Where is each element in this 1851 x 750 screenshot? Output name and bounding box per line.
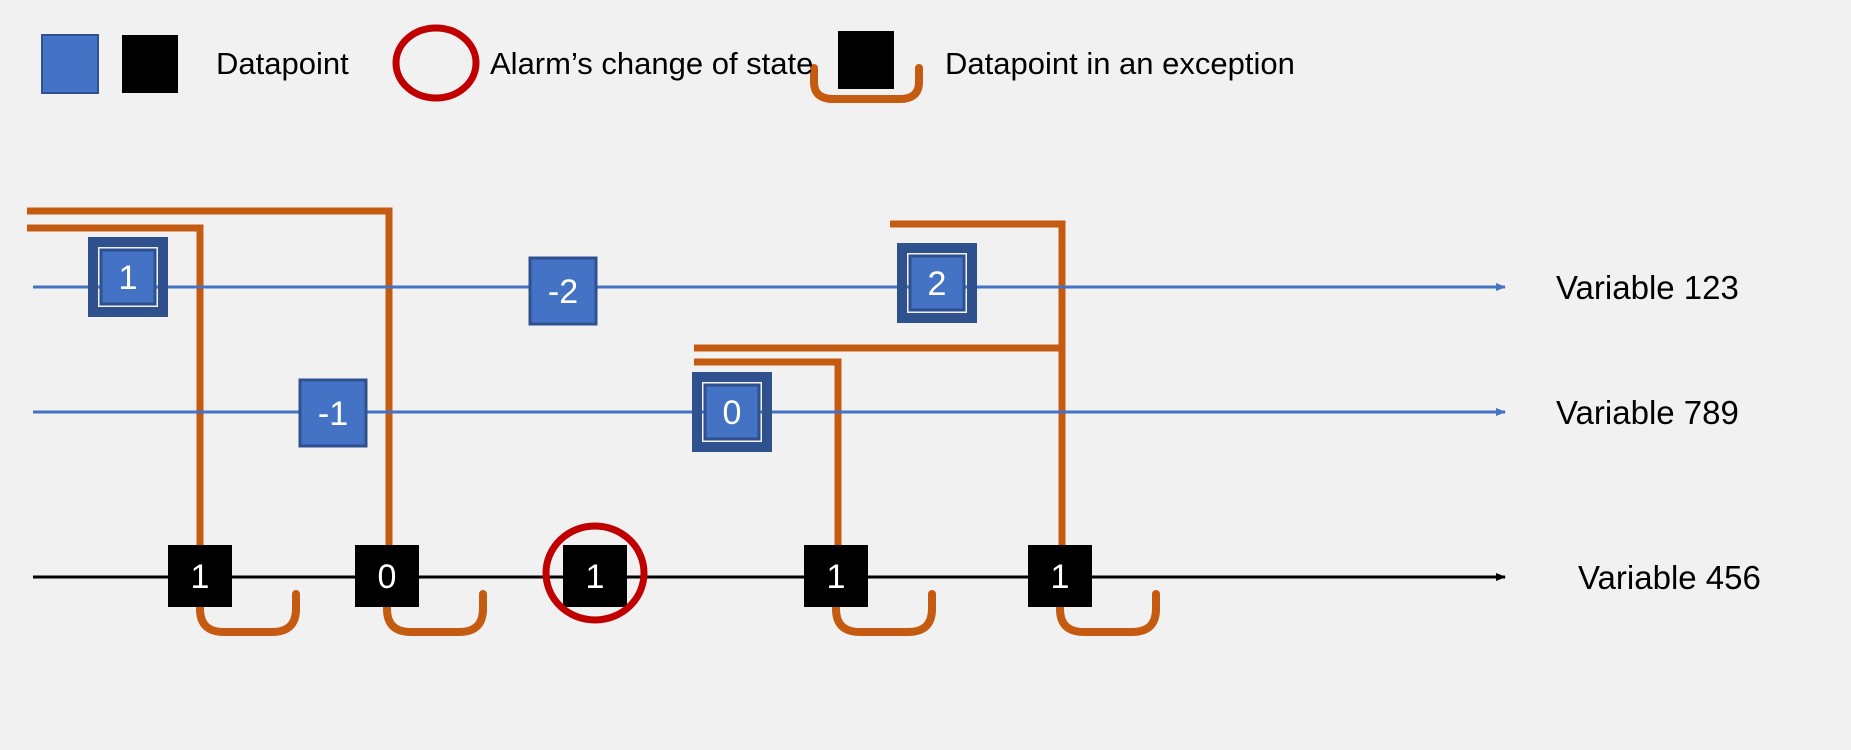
datapoint-dp-123-3[interactable]: 2 <box>897 243 977 323</box>
axis-label-variable-123: Variable 123 <box>1556 269 1739 306</box>
datapoint-dp-789-2[interactable]: 0 <box>692 372 772 452</box>
datapoint-dp-456-5[interactable]: 1 <box>1028 545 1092 607</box>
datapoint-value: 1 <box>119 259 138 297</box>
exception-link-1 <box>27 207 393 545</box>
legend-black-square-icon <box>122 35 178 93</box>
datapoint-dp-456-2[interactable]: 0 <box>355 545 419 607</box>
legend-label-datapoint-in-exception: Datapoint in an exception <box>945 46 1295 81</box>
datapoint-value: 1 <box>191 558 210 596</box>
datapoint-value: 1 <box>827 558 846 596</box>
axis-label-variable-789: Variable 789 <box>1556 394 1739 431</box>
timeline-diagram: 1 -2 2 -1 0 1 0 1 1 1 <box>27 24 1506 636</box>
datapoint-dp-456-4[interactable]: 1 <box>804 545 868 607</box>
legend-label-datapoint: Datapoint <box>216 46 349 81</box>
legend-blue-square-icon <box>41 34 99 94</box>
datapoint-value: 1 <box>1051 558 1070 596</box>
legend-label-alarm-change-of-state: Alarm’s change of state <box>490 46 814 81</box>
datapoint-value: 0 <box>378 558 397 596</box>
datapoint-dp-789-1[interactable]: -1 <box>298 378 368 448</box>
datapoint-dp-456-3[interactable]: 1 <box>563 545 627 607</box>
datapoint-value: 1 <box>586 558 605 596</box>
datapoint-value: 0 <box>723 394 742 432</box>
datapoint-value: -2 <box>548 273 578 311</box>
legend-alarm-ellipse-icon <box>392 24 480 102</box>
exception-brackets-group <box>196 590 1160 636</box>
diagram-canvas: 1 -2 2 -1 0 1 0 1 1 1 Datapoint Alarm’s … <box>0 0 1851 750</box>
datapoint-dp-123-1[interactable]: 1 <box>88 237 168 317</box>
legend-exception-black-square-icon <box>838 31 894 89</box>
datapoint-dp-123-2[interactable]: -2 <box>528 256 598 326</box>
datapoint-value: 2 <box>928 265 947 303</box>
axis-label-variable-456: Variable 456 <box>1578 559 1761 596</box>
datapoint-value: -1 <box>318 395 348 433</box>
datapoint-dp-456-1[interactable]: 1 <box>168 545 232 607</box>
